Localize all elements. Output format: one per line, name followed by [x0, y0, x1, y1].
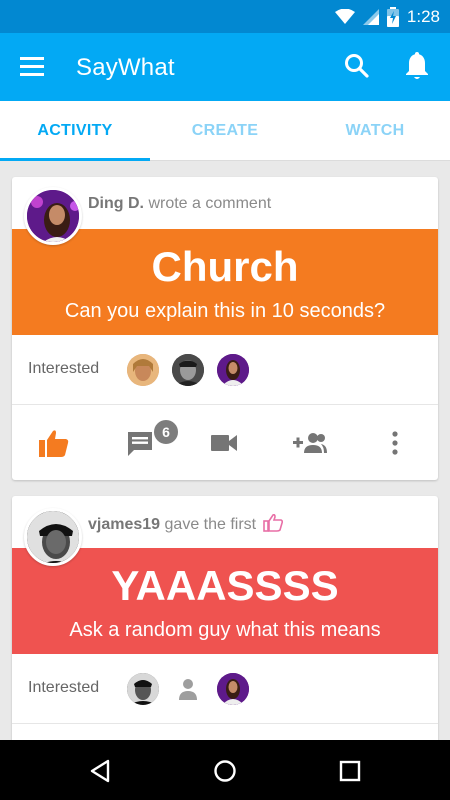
- status-time: 1:28: [406, 7, 440, 26]
- thumbs-up-outline-icon: [262, 513, 283, 537]
- word-banner[interactable]: Church Can you explain this in 10 second…: [12, 229, 438, 335]
- avatar[interactable]: [24, 508, 82, 566]
- tab-activity[interactable]: ACTIVITY: [0, 101, 150, 161]
- avatar[interactable]: [172, 354, 204, 386]
- avatar[interactable]: [24, 187, 82, 245]
- card-actions: [12, 405, 438, 480]
- tab-bar: ACTIVITY CREATE WATCH: [0, 101, 450, 161]
- notification-bell-icon[interactable]: [404, 51, 434, 83]
- interested-label: Interested: [28, 679, 100, 696]
- username-link[interactable]: vjames19: [88, 516, 160, 533]
- word-banner[interactable]: YAAASSSS Ask a random guy what this mean…: [12, 548, 438, 654]
- activity-text: wrote a comment: [148, 195, 272, 212]
- signal-icon: [362, 9, 379, 25]
- home-icon[interactable]: [209, 755, 241, 787]
- comment-count-badge: 6: [152, 418, 180, 446]
- feed-card: vjames19 gave the first YAAASSSS Ask a r…: [12, 496, 438, 766]
- app-title: SayWhat: [76, 54, 175, 81]
- word-prompt: Can you explain this in 10 seconds?: [64, 300, 386, 322]
- avatar[interactable]: [217, 673, 249, 705]
- feed-card: Ding D. wrote a comment Church Can you e…: [12, 177, 438, 480]
- battery-icon: [386, 7, 399, 27]
- tab-watch[interactable]: WATCH: [300, 101, 450, 161]
- video-button[interactable]: [205, 425, 245, 461]
- card-header: vjames19 gave the first: [88, 513, 283, 537]
- like-button[interactable]: [34, 425, 74, 461]
- word-prompt: Ask a random guy what this means: [69, 619, 381, 641]
- share-with-friends-button[interactable]: [290, 425, 330, 461]
- system-nav-bar: [0, 740, 450, 800]
- back-icon[interactable]: [84, 755, 116, 787]
- more-options-icon[interactable]: [375, 425, 415, 461]
- tab-create[interactable]: CREATE: [150, 101, 300, 161]
- avatar[interactable]: [127, 354, 159, 386]
- menu-icon[interactable]: [20, 53, 50, 81]
- username-link[interactable]: Ding D.: [88, 195, 144, 212]
- status-icons: 1:28: [334, 6, 440, 28]
- tab-indicator: [0, 158, 150, 161]
- search-icon[interactable]: [344, 53, 374, 83]
- card-header: Ding D. wrote a comment: [88, 195, 271, 213]
- recent-apps-icon[interactable]: [334, 755, 366, 787]
- word-title: YAAASSSS: [111, 562, 339, 609]
- avatar[interactable]: [217, 354, 249, 386]
- status-bar: 1:28: [0, 0, 450, 33]
- avatar[interactable]: [127, 673, 159, 705]
- interested-label: Interested: [28, 360, 100, 377]
- activity-text: gave the first: [164, 516, 257, 533]
- wifi-icon: [334, 9, 355, 25]
- word-title: Church: [151, 243, 299, 290]
- app-bar: SayWhat: [0, 33, 450, 101]
- interested-row: Interested: [12, 654, 438, 724]
- interested-row: Interested: [12, 335, 438, 405]
- person-placeholder-icon[interactable]: [172, 673, 204, 705]
